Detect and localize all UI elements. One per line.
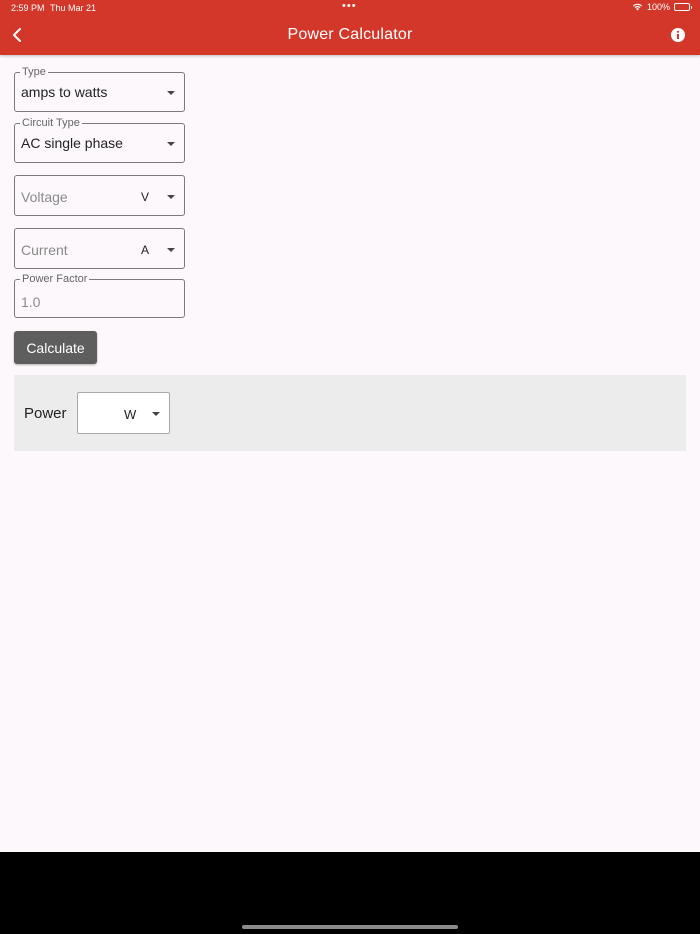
circuit-type-label: Circuit Type (20, 117, 82, 129)
circuit-type-select[interactable]: Circuit Type AC single phase (14, 117, 185, 163)
wifi-icon (632, 3, 643, 11)
power-unit-value: W (124, 407, 137, 422)
voltage-unit-select[interactable]: V (141, 190, 149, 204)
current-unit-select[interactable]: A (141, 243, 149, 257)
caret-down-icon (167, 142, 175, 146)
result-panel: Power W (14, 375, 686, 451)
info-icon (671, 28, 685, 42)
caret-down-icon (167, 195, 175, 199)
caret-down-icon (167, 91, 175, 95)
power-factor-field[interactable]: Power Factor 1.0 (14, 273, 185, 318)
status-time: 2:59 PM (11, 3, 45, 13)
voltage-input[interactable]: Voltage (21, 189, 68, 205)
circuit-type-value: AC single phase (21, 135, 123, 151)
page-title: Power Calculator (287, 26, 413, 43)
multitasking-dots[interactable]: ••• (342, 0, 357, 12)
status-bar: 2:59 PM Thu Mar 21 ••• 100% (0, 0, 700, 17)
voltage-field[interactable]: Voltage V (14, 175, 185, 216)
caret-down-icon (167, 248, 175, 252)
status-date: Thu Mar 21 (50, 3, 97, 13)
current-input[interactable]: Current (21, 242, 68, 258)
current-field[interactable]: Current A (14, 228, 185, 269)
navigation-bar: Power Calculator (0, 17, 700, 55)
app-screen: 2:59 PM Thu Mar 21 ••• 100% Power Calcul… (0, 0, 700, 852)
power-unit-select[interactable]: W (77, 392, 170, 434)
battery-icon (674, 3, 692, 11)
type-label: Type (20, 66, 48, 78)
power-result-label: Power (24, 405, 67, 422)
type-select[interactable]: Type amps to watts (14, 66, 185, 112)
battery-percentage: 100% (646, 2, 670, 12)
power-factor-label: Power Factor (20, 273, 90, 285)
home-indicator[interactable] (242, 925, 458, 929)
app-header: 2:59 PM Thu Mar 21 ••• 100% Power Calcul… (0, 0, 700, 55)
calculate-button[interactable]: Calculate (14, 331, 97, 364)
type-value: amps to watts (21, 84, 108, 100)
status-indicators: 100% (632, 2, 692, 12)
info-button[interactable] (670, 27, 686, 43)
caret-down-icon (152, 412, 160, 416)
power-factor-input[interactable]: 1.0 (21, 294, 40, 310)
